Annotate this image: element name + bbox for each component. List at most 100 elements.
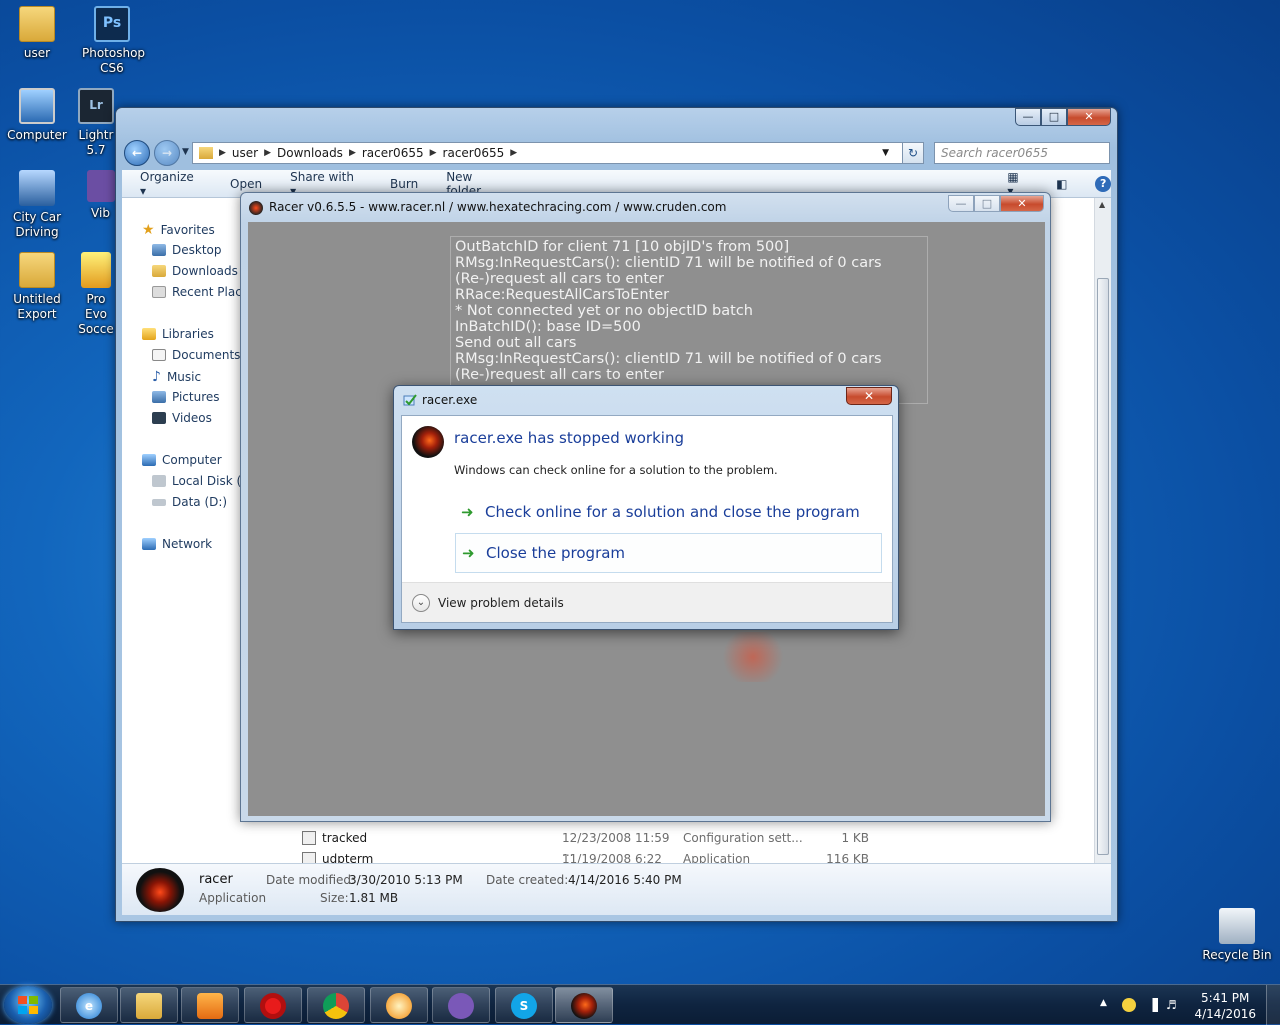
taskbar-chrome[interactable] <box>307 987 365 1023</box>
nav-data-d[interactable]: Data (D:) <box>152 495 227 509</box>
desktop-icon-untitled-export[interactable]: Untitled Export <box>0 252 74 322</box>
address-bar[interactable]: ▶ user ▶ Downloads ▶ racer0655 ▶ racer06… <box>192 142 920 164</box>
nav-pictures[interactable]: Pictures <box>152 390 220 404</box>
green-arrow-icon: ➜ <box>461 503 474 521</box>
green-arrow-icon: ➜ <box>462 544 475 562</box>
breadcrumb-racer0655-sub[interactable]: racer0655 <box>443 146 505 160</box>
nav-videos[interactable]: Videos <box>152 411 212 425</box>
system-tray: ▲ ♬ 5:41 PM 4/14/2016 <box>1090 985 1280 1025</box>
preview-pane-icon[interactable]: ◧ <box>1056 177 1067 191</box>
network-signal-icon[interactable] <box>1144 998 1158 1012</box>
breadcrumb-racer0655[interactable]: racer0655 <box>362 146 424 160</box>
taskbar-viber[interactable] <box>432 987 490 1023</box>
open-label: Open <box>230 176 263 191</box>
error-dialog[interactable]: racer.exe ✕ racer.exe has stopped workin… <box>393 385 899 630</box>
minimize-button[interactable]: — <box>1015 108 1041 126</box>
nav-label: Music <box>166 370 202 384</box>
desktop-icon-recycle-bin[interactable]: Recycle Bin <box>1200 908 1274 963</box>
scrollbar-thumb[interactable] <box>1097 278 1109 855</box>
clock[interactable]: 5:41 PM 4/14/2016 <box>1194 990 1256 1022</box>
search-input[interactable]: Search racer0655 <box>934 142 1110 164</box>
close-button[interactable]: ✕ <box>1067 108 1111 126</box>
share-with-label: Share with <box>290 169 354 184</box>
details-size: 1.81 MB <box>349 891 399 905</box>
open-button[interactable]: Open <box>230 177 262 191</box>
vertical-scrollbar[interactable]: ▲ ▼ <box>1094 198 1111 875</box>
desktop-icon-computer[interactable]: Computer <box>0 88 74 143</box>
close-button[interactable]: ✕ <box>1000 195 1044 212</box>
maximize-button[interactable]: □ <box>1041 108 1067 126</box>
taskbar-internet-explorer[interactable]: e <box>60 987 118 1023</box>
start-button[interactable] <box>4 986 52 1024</box>
dialog-message: Windows can check online for a solution … <box>454 463 778 477</box>
dialog-close-button[interactable]: ✕ <box>846 387 892 405</box>
breadcrumb-downloads[interactable]: Downloads <box>277 146 343 160</box>
desktop-icon-user[interactable]: user <box>0 6 74 61</box>
scroll-up-icon[interactable]: ▲ <box>1099 200 1105 209</box>
desktop-icon-lightroom[interactable]: Lr Lightr 5.7 <box>75 88 117 158</box>
nav-network[interactable]: Network <box>142 537 212 551</box>
taskbar-skype[interactable]: S <box>495 987 553 1023</box>
breadcrumb-separator: ▶ <box>510 148 518 158</box>
nav-recent-places[interactable]: Recent Place <box>152 285 240 299</box>
view-problem-details-link[interactable]: View problem details <box>438 596 564 610</box>
organize-button[interactable]: Organize ▾ <box>140 170 202 198</box>
network-icon <box>142 538 156 550</box>
racer-icon <box>249 201 263 215</box>
console-log: OutBatchID for client 71 [10 objID's fro… <box>450 236 928 404</box>
chevron-down-icon[interactable]: ⌄ <box>412 593 430 612</box>
show-hidden-icons[interactable]: ▲ <box>1100 998 1114 1012</box>
libraries-icon <box>142 328 156 340</box>
nav-label: Documents <box>172 348 240 362</box>
config-file-icon <box>302 831 316 845</box>
console-line: * Not connected yet or no objectID batch <box>455 303 753 319</box>
nav-local-disk[interactable]: Local Disk (C <box>152 474 240 488</box>
nav-downloads[interactable]: Downloads <box>152 264 238 278</box>
maximize-button[interactable]: □ <box>974 195 1000 212</box>
documents-icon <box>152 349 166 361</box>
desktop-icon-photoshop[interactable]: Ps Photoshop CS6 <box>75 6 149 76</box>
desktop-icon-city-car-driving[interactable]: City Car Driving <box>0 170 74 240</box>
check-online-button[interactable]: ➜ Check online for a solution and close … <box>455 492 882 532</box>
taskbar-vlc[interactable] <box>370 987 428 1023</box>
taskbar-windows-explorer[interactable] <box>120 987 178 1023</box>
breadcrumb-user[interactable]: user <box>232 146 258 160</box>
desktop-icon-label: Lightr 5.7 <box>78 128 114 157</box>
volume-icon[interactable]: ♬ <box>1166 998 1180 1012</box>
nav-music[interactable]: ♪ Music <box>152 369 201 385</box>
refresh-button[interactable]: ↻ <box>902 142 924 164</box>
close-program-button[interactable]: ➜ Close the program <box>455 533 882 573</box>
check-online-label: Check online for a solution and close th… <box>485 503 860 521</box>
recent-pages-chevron-icon[interactable]: ▼ <box>182 147 189 157</box>
nav-favorites[interactable]: ★ Favorites <box>142 222 215 238</box>
console-line: Send out all cars <box>455 335 577 351</box>
back-button[interactable]: ← <box>124 140 150 166</box>
nav-documents[interactable]: Documents <box>152 348 240 362</box>
desktop-icon-pes[interactable]: Pro Evo Socce <box>75 252 117 337</box>
taskbar-racer[interactable] <box>555 987 613 1023</box>
taskbar-media-player[interactable] <box>181 987 239 1023</box>
address-dropdown-icon[interactable]: ▼ <box>882 148 889 158</box>
star-icon: ★ <box>142 222 155 238</box>
close-program-label: Close the program <box>486 544 626 562</box>
details-date-created-label: Date created: <box>486 873 569 887</box>
breadcrumb-separator: ▶ <box>219 148 226 158</box>
details-file-name: racer <box>199 872 233 887</box>
nav-desktop[interactable]: Desktop <box>152 243 222 257</box>
nav-computer[interactable]: Computer <box>142 453 222 467</box>
desktop-icon-viber[interactable]: Vib <box>84 170 117 221</box>
computer-icon <box>142 454 156 466</box>
action-center-icon[interactable] <box>1122 998 1136 1012</box>
nav-libraries[interactable]: Libraries <box>142 327 214 341</box>
forward-button[interactable]: → <box>154 140 180 166</box>
desktop-icon-label: Recycle Bin <box>1202 948 1272 962</box>
help-icon[interactable]: ? <box>1095 175 1112 192</box>
music-icon: ♪ <box>152 369 161 385</box>
taskbar-opera[interactable] <box>244 987 302 1023</box>
navigation-pane: ★ Favorites Desktop Downloads Recent Plac… <box>122 198 240 863</box>
recent-places-icon <box>152 286 166 298</box>
chrome-icon <box>323 993 349 1019</box>
minimize-button[interactable]: — <box>948 195 974 212</box>
burn-button[interactable]: Burn <box>390 177 418 191</box>
show-desktop-button[interactable] <box>1266 985 1280 1025</box>
